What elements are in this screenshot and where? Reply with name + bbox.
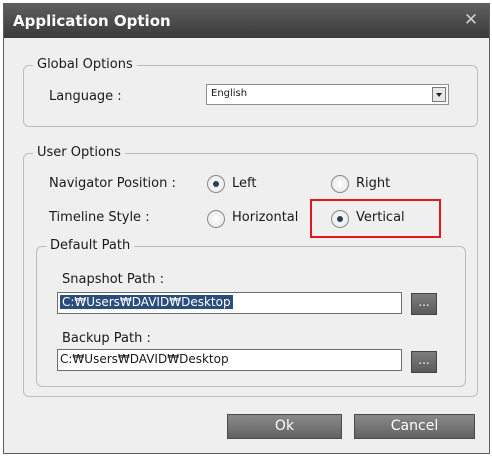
application-option-dialog: Application Option ✕ Global Options Lang… (3, 3, 490, 454)
backup-path-label: Backup Path : (62, 331, 151, 346)
radio-navigator-right[interactable] (331, 175, 349, 193)
navigator-position-label: Navigator Position : (49, 176, 176, 191)
snapshot-path-value: C:₩Users₩DAVID₩Desktop (60, 295, 233, 309)
chevron-down-icon[interactable] (432, 87, 446, 102)
close-icon[interactable]: ✕ (461, 10, 481, 30)
radio-navigator-left[interactable] (207, 175, 225, 193)
title-bar[interactable]: Application Option ✕ (4, 4, 489, 38)
snapshot-path-input[interactable]: C:₩Users₩DAVID₩Desktop (57, 292, 402, 314)
global-options-legend: Global Options (33, 57, 137, 72)
language-label: Language : (49, 89, 122, 104)
user-options-legend: User Options (33, 145, 125, 160)
radio-timeline-horizontal[interactable] (207, 210, 225, 228)
radio-timeline-vertical-label[interactable]: Vertical (356, 210, 405, 225)
radio-timeline-vertical[interactable] (331, 210, 349, 228)
ok-button[interactable]: Ok (227, 414, 342, 439)
backup-path-value: C:₩Users₩DAVID₩Desktop (60, 352, 229, 366)
radio-timeline-horizontal-label[interactable]: Horizontal (232, 210, 298, 225)
timeline-style-label: Timeline Style : (49, 210, 150, 225)
default-path-legend: Default Path (46, 238, 135, 253)
radio-navigator-right-label[interactable]: Right (356, 176, 390, 191)
radio-navigator-left-label[interactable]: Left (232, 176, 256, 191)
language-select[interactable]: English (206, 84, 449, 105)
language-selected-value: English (211, 88, 248, 99)
backup-browse-button[interactable]: ... (411, 351, 437, 373)
snapshot-browse-button[interactable]: ... (411, 293, 437, 315)
snapshot-path-label: Snapshot Path : (62, 272, 164, 287)
dialog-title: Application Option (13, 12, 171, 30)
backup-path-input[interactable]: C:₩Users₩DAVID₩Desktop (57, 349, 402, 371)
cancel-button[interactable]: Cancel (354, 414, 475, 439)
